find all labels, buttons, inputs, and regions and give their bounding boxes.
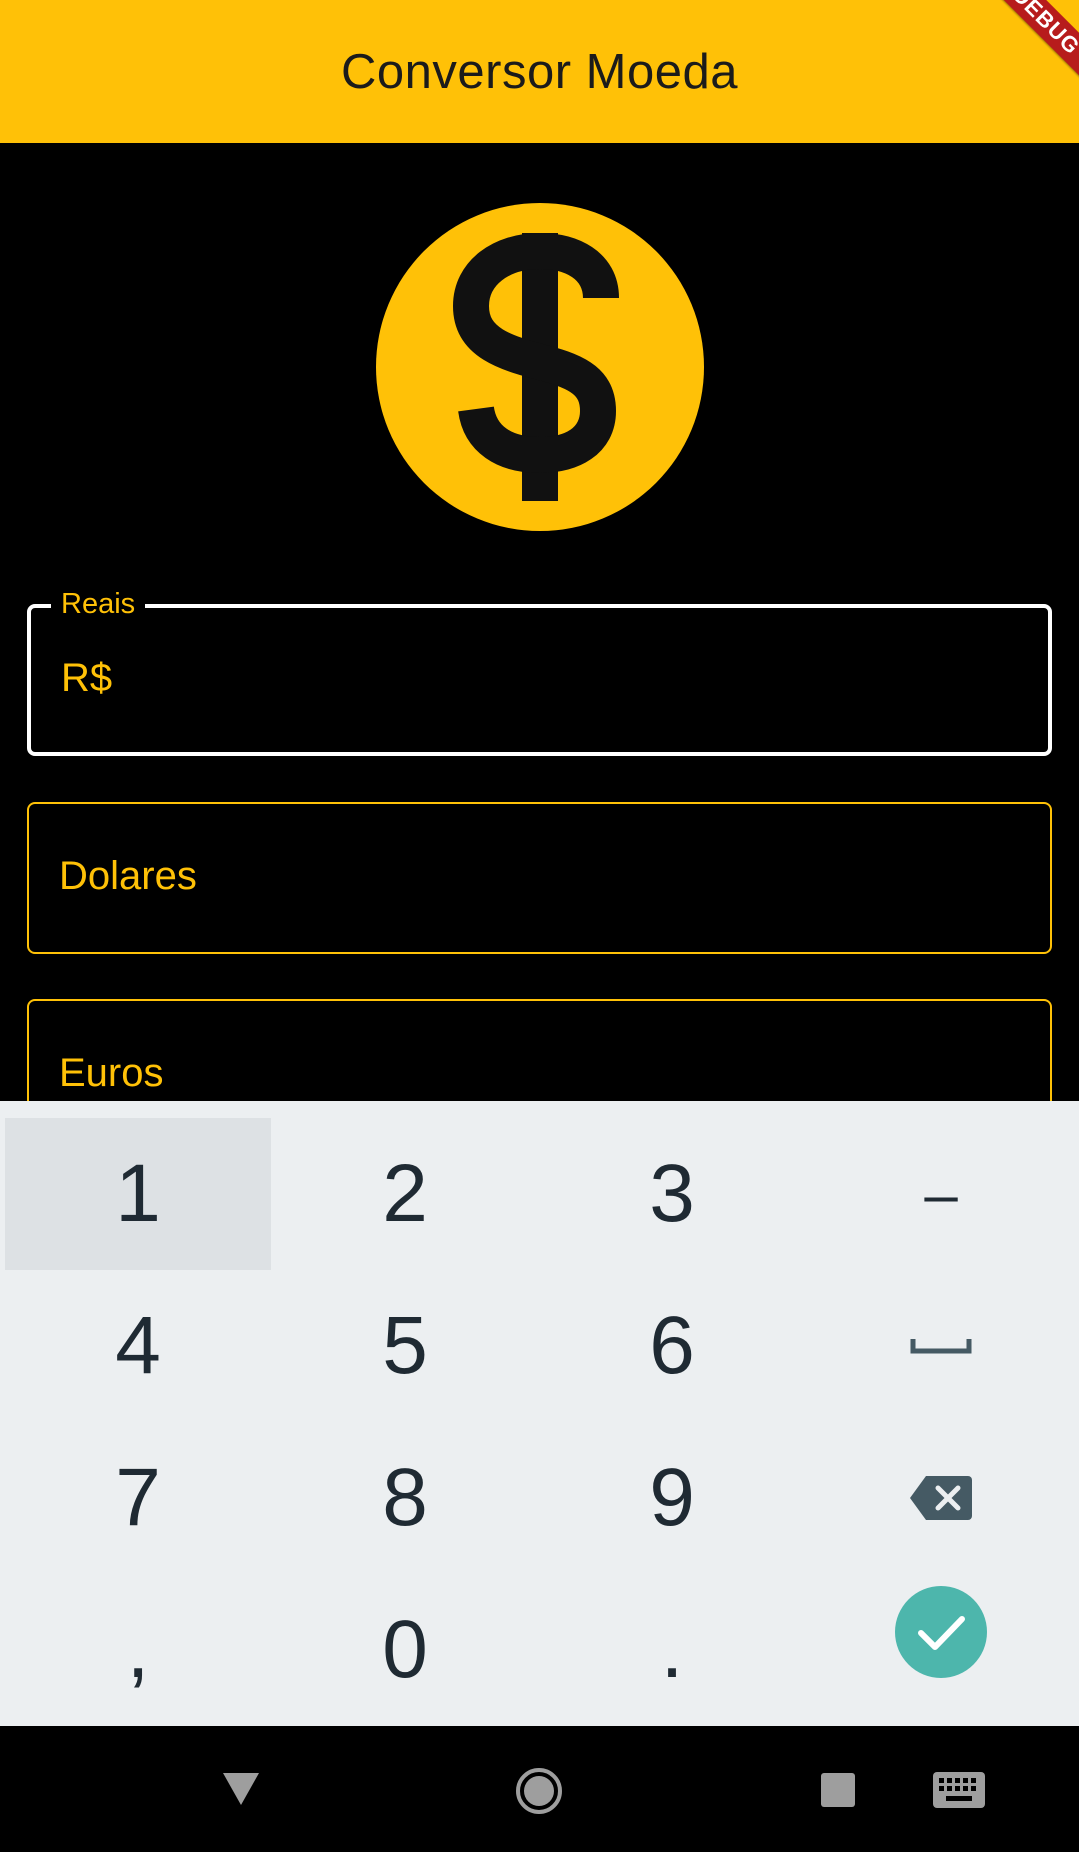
home-icon[interactable]: [515, 1767, 563, 1815]
app-bar: Conversor Moeda DEBUG: [0, 0, 1079, 143]
debug-banner: DEBUG: [968, 0, 1079, 99]
key-4[interactable]: 4: [5, 1270, 271, 1422]
key-3[interactable]: 3: [539, 1118, 805, 1270]
reais-label: Reais: [51, 588, 146, 621]
key-1[interactable]: 1: [5, 1118, 271, 1270]
reais-field[interactable]: Reais R$: [27, 588, 1052, 756]
key-space[interactable]: [808, 1270, 1074, 1422]
key-8[interactable]: 8: [272, 1422, 538, 1574]
key-backspace[interactable]: [808, 1422, 1074, 1574]
backspace-icon: [910, 1476, 972, 1520]
keyboard-switch-icon[interactable]: [932, 1771, 986, 1809]
euros-label: Euros: [59, 1051, 164, 1095]
key-5[interactable]: 5: [272, 1270, 538, 1422]
back-icon[interactable]: [221, 1771, 261, 1807]
key-minus[interactable]: –: [808, 1118, 1074, 1270]
key-0[interactable]: 0: [272, 1574, 538, 1726]
key-comma[interactable]: ,: [5, 1574, 271, 1726]
dolares-field[interactable]: Dolares: [27, 802, 1052, 954]
space-icon: [910, 1339, 972, 1354]
dolares-label: Dolares: [59, 854, 197, 898]
page-title: Conversor Moeda: [341, 44, 738, 99]
key-2[interactable]: 2: [272, 1118, 538, 1270]
key-done[interactable]: [808, 1556, 1074, 1708]
reais-prefix: R$: [61, 656, 113, 700]
system-nav-bar: [0, 1726, 1079, 1852]
key-9[interactable]: 9: [539, 1422, 805, 1574]
key-7[interactable]: 7: [5, 1422, 271, 1574]
numeric-keyboard: 1 2 3 – 4 5 6 7 8 9 , 0 .: [0, 1101, 1079, 1726]
check-icon: [895, 1586, 987, 1678]
key-dot[interactable]: .: [539, 1574, 805, 1726]
key-6[interactable]: 6: [539, 1270, 805, 1422]
dollar-coin-icon: [376, 203, 704, 531]
recents-icon[interactable]: [820, 1772, 856, 1808]
